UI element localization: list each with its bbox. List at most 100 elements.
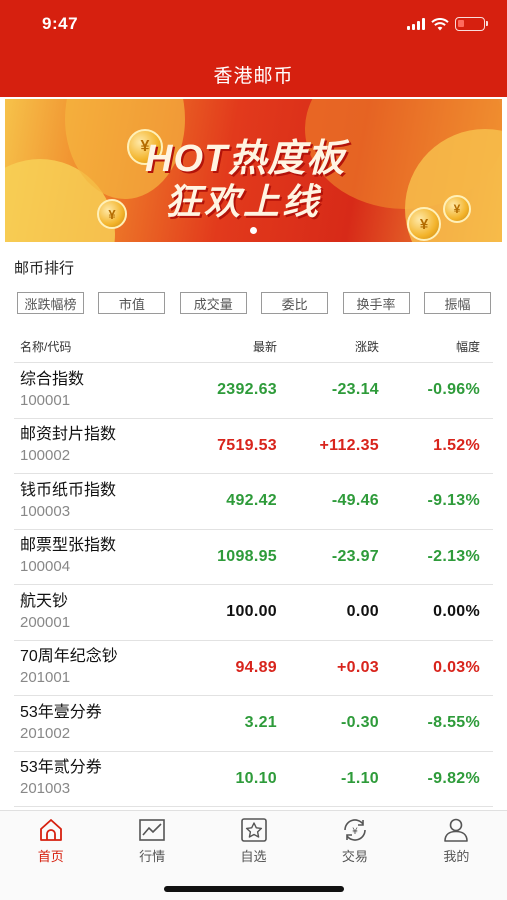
row-change: +112.35 (319, 436, 379, 454)
row-name-cell: 综合指数 100001 (14, 370, 174, 411)
row-name: 53年壹分券 (20, 703, 102, 721)
row-code: 100001 (20, 391, 71, 409)
row-last-price: 3.21 (244, 714, 277, 732)
tab-label: 交易 (341, 849, 368, 864)
star-icon (240, 818, 267, 842)
section-title: 邮币排行 (14, 260, 75, 277)
row-change: 0.00 (346, 603, 379, 621)
page-title: 香港邮币 (213, 66, 294, 87)
row-code: 100002 (20, 447, 71, 465)
tab-home[interactable]: 首页 (0, 817, 101, 871)
header-last[interactable]: 最新 (174, 338, 277, 355)
table-row[interactable]: 邮资封片指数 100002 7519.53 +112.35 1.52% (14, 419, 493, 474)
row-name-cell: 钱币纸币指数 100003 (14, 481, 174, 522)
row-code: 100003 (20, 502, 71, 520)
row-code: 201002 (20, 724, 71, 742)
row-name-cell: 邮资封片指数 100002 (14, 425, 174, 466)
filter-amplitude[interactable]: 振幅 (423, 292, 491, 314)
tab-trade[interactable]: ¥ 交易 (304, 817, 405, 871)
row-name: 航天钞 (20, 592, 69, 610)
tab-label: 行情 (139, 849, 166, 864)
row-name: 邮资封片指数 (20, 426, 117, 444)
row-change: -1.10 (341, 769, 379, 787)
row-name: 钱币纸币指数 (20, 481, 117, 499)
row-name: 53年贰分券 (20, 759, 102, 777)
status-bar: 9:47 (0, 0, 507, 50)
table-row[interactable]: 综合指数 100001 2392.63 -23.14 -0.96% (14, 363, 493, 419)
row-last-price: 1098.95 (217, 547, 277, 565)
tab-market[interactable]: 行情 (101, 817, 202, 871)
row-change: -49.46 (331, 492, 379, 510)
row-percent: -9.13% (427, 492, 480, 510)
table-row[interactable]: 邮票型张指数 100004 1098.95 -23.97 -2.13% (14, 530, 493, 585)
table-row[interactable]: 钱币纸币指数 100003 492.42 -49.46 -9.13% (14, 474, 493, 530)
coin-icon: ¥ (97, 199, 127, 229)
app-header: 9:47 香港邮币 (0, 0, 507, 97)
filter-order-ratio[interactable]: 委比 (261, 292, 329, 314)
row-last-price: 10.10 (235, 769, 277, 787)
home-indicator (164, 886, 344, 892)
row-percent: 0.03% (433, 658, 480, 676)
row-code: 201003 (20, 780, 71, 798)
row-percent: -8.55% (427, 714, 480, 732)
table-row[interactable]: 航天钞 200001 100.00 0.00 0.00% (14, 585, 493, 641)
banner-pagination (5, 227, 502, 234)
table-row[interactable]: 53年贰分券 201003 10.10 -1.10 -9.82% (14, 752, 493, 807)
row-name: 70周年纪念钞 (20, 648, 118, 666)
row-percent: 1.52% (433, 436, 480, 454)
tab-label: 首页 (37, 849, 64, 864)
row-name: 邮票型张指数 (20, 537, 117, 555)
table-header: 名称/代码 最新 涨跌 幅度 (14, 330, 493, 363)
row-percent: -0.96% (427, 381, 480, 399)
status-time: 9:47 (42, 14, 79, 33)
header-change[interactable]: 涨跌 (277, 338, 379, 355)
filter-turnover[interactable]: 换手率 (342, 292, 410, 314)
battery-level (458, 20, 464, 27)
coin-icon: ¥ (407, 207, 441, 241)
row-change: -0.30 (341, 714, 379, 732)
row-name-cell: 邮票型张指数 100004 (14, 536, 174, 577)
tab-profile[interactable]: 我的 (406, 817, 507, 871)
header-percent[interactable]: 幅度 (379, 338, 480, 355)
wifi-icon (431, 17, 449, 30)
row-name-cell: 53年贰分券 201003 (14, 758, 174, 799)
row-percent: -9.82% (427, 769, 480, 787)
coin-icon: ¥ (443, 195, 471, 223)
tab-watchlist[interactable]: 自选 (203, 817, 304, 871)
promo-banner[interactable]: ¥ ¥ ¥ ¥ HOT热度板 狂欢上线 (5, 99, 502, 242)
row-name: 综合指数 (20, 370, 85, 388)
status-icons (407, 17, 488, 31)
header-name-code: 名称/代码 (20, 339, 72, 354)
pagination-dot[interactable] (250, 227, 257, 234)
row-last-price: 2392.63 (217, 381, 277, 399)
battery-icon (455, 17, 488, 31)
bottom-tab-bar: 首页 行情 自选 ¥ 交易 我的 (0, 810, 507, 900)
row-code: 200001 (20, 613, 71, 631)
table-body: 综合指数 100001 2392.63 -23.14 -0.96% 邮资封片指数 10000… (14, 363, 493, 807)
exchange-icon: ¥ (344, 819, 366, 841)
row-change: +0.03 (337, 658, 379, 676)
ranking-table: 名称/代码 最新 涨跌 幅度 综合指数 100001 2392.63 -23.14 -0… (14, 330, 493, 807)
row-code: 201001 (20, 669, 71, 687)
row-percent: 0.00% (433, 603, 480, 621)
filter-market-cap[interactable]: 市值 (98, 292, 166, 314)
tab-label: 我的 (443, 849, 470, 864)
row-last-price: 7519.53 (217, 436, 277, 454)
table-row[interactable]: 53年壹分券 201002 3.21 -0.30 -8.55% (14, 696, 493, 752)
row-change: -23.14 (331, 381, 379, 399)
tab-label: 自选 (240, 849, 267, 864)
banner-subheadline: 狂欢上线 (165, 181, 322, 222)
home-icon (39, 819, 62, 841)
row-name-cell: 70周年纪念钞 201001 (14, 647, 174, 688)
row-last-price: 100.00 (226, 603, 277, 621)
svg-text:¥: ¥ (352, 827, 358, 837)
user-icon (444, 818, 469, 842)
row-code: 100004 (20, 558, 71, 576)
filter-change-ranking[interactable]: 涨跌幅榜 (17, 292, 84, 314)
row-name-cell: 航天钞 200001 (14, 592, 174, 633)
row-name-cell: 53年壹分券 201002 (14, 703, 174, 744)
filter-volume[interactable]: 成交量 (179, 292, 247, 314)
chart-icon (139, 819, 165, 841)
table-row[interactable]: 70周年纪念钞 201001 94.89 +0.03 0.03% (14, 641, 493, 696)
ranking-filters: 涨跌幅榜 市值 成交量 委比 换手率 振幅 (17, 292, 491, 314)
